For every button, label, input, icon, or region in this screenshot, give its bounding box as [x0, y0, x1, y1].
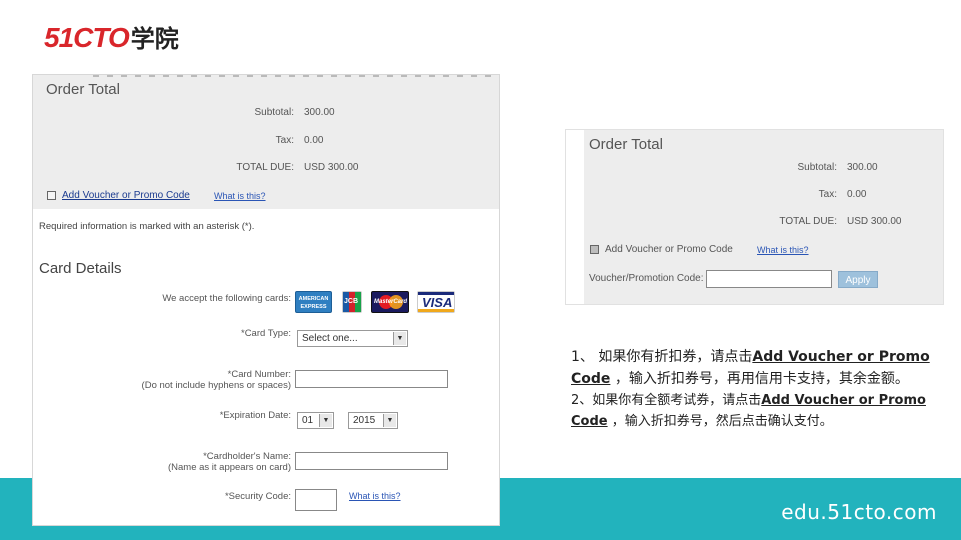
order-total-section: Order Total Subtotal: 300.00 Tax: 0.00 T…	[33, 75, 499, 209]
right-total-label: TOTAL DUE:	[779, 216, 837, 227]
total-due-value: USD 300.00	[304, 162, 359, 173]
expiration-label: *Expiration Date:	[219, 410, 291, 421]
instructions-text: 1、 如果你有折扣券，请点击Add Voucher or Promo Code …	[571, 346, 936, 432]
logo-text: 学院	[130, 25, 179, 53]
order-total-title: Order Total	[46, 81, 120, 98]
right-voucher-checkbox[interactable]	[590, 245, 599, 254]
card-number-label: *Card Number: (Do not include hyphens or…	[93, 369, 291, 391]
right-tax-value: 0.00	[847, 189, 867, 200]
subtotal-value: 300.00	[304, 107, 335, 118]
right-total-value: USD 300.00	[847, 216, 902, 227]
amex-card-icon: AMERICAN EXPRESS	[295, 291, 332, 313]
exp-month-select[interactable]: 01 ▼	[297, 412, 334, 429]
security-code-input[interactable]	[295, 489, 337, 511]
panel-left-strip	[566, 130, 584, 304]
security-what-link[interactable]: What is this?	[349, 491, 401, 501]
subtotal-label: Subtotal:	[254, 107, 294, 118]
exp-year-select[interactable]: 2015 ▼	[348, 412, 398, 429]
promo-code-input[interactable]	[706, 270, 832, 288]
voucher-form-screenshot: Order Total Subtotal: 300.00 Tax: 0.00 T…	[565, 129, 944, 305]
brand-logo: 51CTO 学院	[44, 22, 179, 54]
jcb-card-icon: JCB	[342, 291, 362, 313]
right-tax-label: Tax:	[818, 189, 837, 200]
card-type-label: *Card Type:	[241, 328, 291, 339]
add-voucher-link[interactable]: Add Voucher or Promo Code	[62, 190, 190, 201]
cardholder-hint: (Name as it appears on card)	[167, 462, 291, 473]
voucher-checkbox[interactable]	[47, 191, 56, 200]
card-number-hint: (Do not include hyphens or spaces)	[141, 380, 291, 391]
promo-code-label: Voucher/Promotion Code:	[589, 273, 704, 284]
instruction-2: 2、如果你有全额考试券，请点击Add Voucher or Promo Code…	[571, 393, 926, 429]
chevron-down-icon: ▼	[319, 414, 332, 427]
card-details-title: Card Details	[39, 260, 122, 277]
mastercard-icon: MasterCard	[371, 291, 409, 313]
accept-cards-label: We accept the following cards:	[162, 293, 291, 304]
total-due-label: TOTAL DUE:	[236, 162, 294, 173]
right-subtotal-value: 300.00	[847, 162, 878, 173]
cropped-text-line	[93, 75, 493, 77]
right-what-link[interactable]: What is this?	[757, 245, 809, 255]
right-subtotal-label: Subtotal:	[797, 162, 837, 173]
instruction-1: 1、 如果你有折扣券，请点击Add Voucher or Promo Code …	[571, 349, 930, 387]
chevron-down-icon: ▼	[393, 332, 406, 345]
chevron-down-icon: ▼	[383, 414, 396, 427]
visa-card-icon: VISA	[417, 291, 455, 313]
right-voucher-label: Add Voucher or Promo Code	[605, 244, 733, 255]
cardholder-label: *Cardholder's Name: (Name as it appears …	[93, 451, 291, 473]
what-is-this-link[interactable]: What is this?	[214, 191, 266, 201]
apply-button[interactable]: Apply	[838, 271, 878, 288]
cardholder-input[interactable]	[295, 452, 448, 470]
tax-label: Tax:	[275, 135, 294, 146]
card-number-input[interactable]	[295, 370, 448, 388]
required-note: Required information is marked with an a…	[39, 221, 255, 232]
security-code-label: *Security Code:	[224, 491, 291, 502]
tax-value: 0.00	[304, 135, 324, 146]
logo-number: 51CTO	[44, 22, 130, 53]
site-url: edu.51cto.com	[781, 500, 937, 524]
card-type-select[interactable]: Select one... ▼	[297, 330, 408, 347]
right-order-total-title: Order Total	[589, 136, 663, 153]
payment-form-screenshot: Order Total Subtotal: 300.00 Tax: 0.00 T…	[32, 74, 500, 526]
